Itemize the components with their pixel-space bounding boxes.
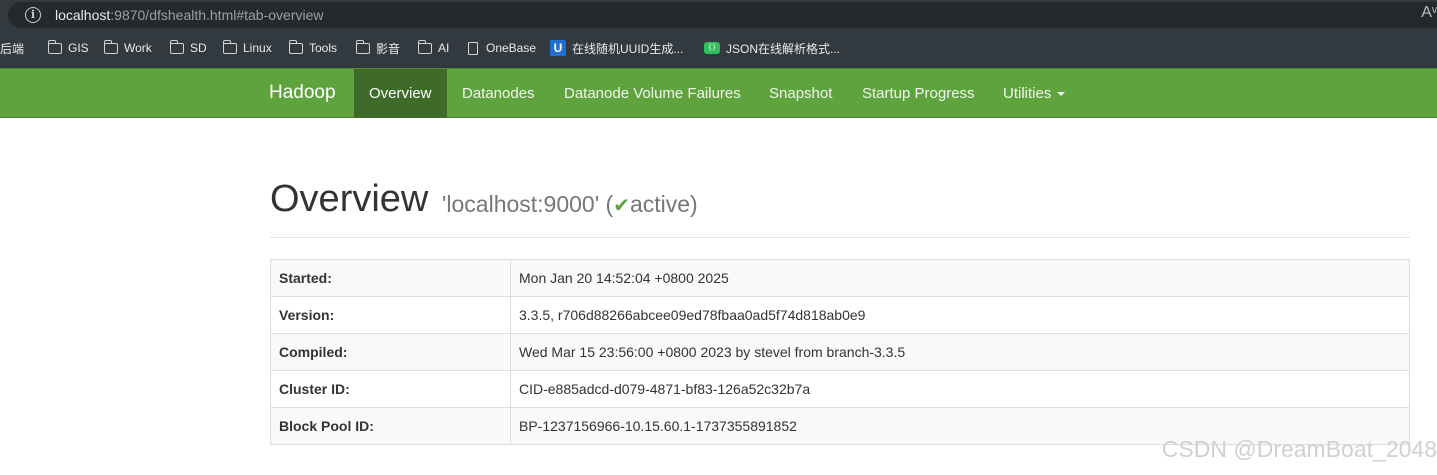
- overview-table: Started: Mon Jan 20 14:52:04 +0800 2025 …: [270, 259, 1410, 445]
- page-title: Overview: [270, 178, 429, 220]
- namenode-status: 'localhost:9000' (✔active): [442, 191, 698, 218]
- url-text[interactable]: localhost:9870/dfshealth.html#tab-overvi…: [55, 7, 324, 23]
- uuid-site-icon: U: [550, 40, 566, 56]
- tab-datanodes[interactable]: Datanodes: [447, 69, 550, 118]
- reader-mode-icon[interactable]: Aᵛ: [1421, 4, 1437, 22]
- row-value: CID-e885adcd-d079-4871-bf83-126a52c32b7a: [510, 370, 1410, 408]
- row-key: Block Pool ID:: [270, 407, 511, 445]
- folder-icon: [48, 39, 62, 54]
- bookmark-uuid[interactable]: U 在线随机UUID生成...: [550, 39, 683, 57]
- folder-icon: [104, 39, 118, 54]
- bookmark-label: OneBase: [486, 41, 537, 55]
- table-row: Cluster ID: CID-e885adcd-d079-4871-bf83-…: [270, 370, 1410, 408]
- caret-down-icon: [1057, 92, 1066, 97]
- folder-icon: [223, 39, 237, 54]
- bookmark-label: 影音: [376, 41, 401, 56]
- tab-snapshot[interactable]: Snapshot: [754, 69, 847, 118]
- bookmark-json[interactable]: {:} JSON在线解析格式...: [704, 39, 840, 57]
- bookmark-backend[interactable]: 后端: [0, 39, 24, 57]
- browser-chrome: i localhost:9870/dfshealth.html#tab-over…: [0, 0, 1437, 68]
- bookmark-label: SD: [190, 41, 207, 55]
- url-host: localhost: [55, 7, 111, 23]
- page-header: Overview 'localhost:9000' (✔active): [270, 178, 1410, 238]
- row-key: Version:: [270, 296, 511, 334]
- namenode-state: active: [629, 191, 691, 217]
- bookmark-label: Work: [124, 41, 152, 55]
- bookmark-linux[interactable]: Linux: [223, 39, 272, 57]
- page-icon: [468, 41, 478, 55]
- tab-startup-progress[interactable]: Startup Progress: [847, 69, 990, 118]
- row-value: Wed Mar 15 23:56:00 +0800 2023 by stevel…: [510, 333, 1410, 371]
- bookmark-gis[interactable]: GIS: [48, 39, 89, 57]
- check-icon: ✔: [613, 195, 630, 217]
- bookmark-sd[interactable]: SD: [170, 39, 207, 57]
- row-key: Cluster ID:: [270, 370, 511, 408]
- tab-overview[interactable]: Overview: [354, 69, 447, 118]
- bookmark-label: 在线随机UUID生成...: [572, 41, 684, 56]
- bookmark-media[interactable]: 影音: [356, 39, 400, 57]
- row-value: 3.3.5, r706d88266abcee09ed78fbaa0ad5f74d…: [510, 296, 1410, 334]
- bookmarks-bar: 后端 GIS Work SD Linux Tools 影音 AI OneBase…: [0, 36, 1437, 60]
- bookmark-label: 后端: [0, 41, 25, 56]
- bookmark-ai[interactable]: AI: [418, 39, 449, 57]
- table-row: Started: Mon Jan 20 14:52:04 +0800 2025: [270, 259, 1410, 297]
- bookmark-tools[interactable]: Tools: [289, 39, 337, 57]
- hadoop-navbar: Hadoop Overview Datanodes Datanode Volum…: [0, 68, 1437, 118]
- bookmark-work[interactable]: Work: [104, 39, 152, 57]
- bookmark-onebase[interactable]: OneBase: [468, 39, 536, 57]
- bookmark-label: JSON在线解析格式...: [726, 41, 841, 56]
- utilities-dropdown[interactable]: Utilities: [988, 69, 1080, 118]
- bookmark-label: GIS: [68, 41, 89, 55]
- paren-close: ): [690, 191, 698, 217]
- table-row: Compiled: Wed Mar 15 23:56:00 +0800 2023…: [270, 333, 1410, 371]
- bookmark-label: Tools: [309, 41, 338, 55]
- url-path: :9870/dfshealth.html#tab-overview: [110, 7, 324, 23]
- tab-datanode-volume-failures[interactable]: Datanode Volume Failures: [549, 69, 756, 118]
- site-info-icon[interactable]: i: [25, 7, 41, 23]
- folder-icon: [356, 39, 370, 54]
- bookmark-label: AI: [438, 41, 450, 55]
- json-site-icon: {:}: [704, 42, 720, 54]
- folder-icon: [289, 39, 303, 54]
- utilities-label: Utilities: [1003, 85, 1052, 102]
- bookmark-label: Linux: [243, 41, 272, 55]
- namenode-address: 'localhost:9000': [442, 191, 600, 217]
- watermark: CSDN @DreamBoat_2048: [1161, 436, 1437, 462]
- address-bar[interactable]: i localhost:9870/dfshealth.html#tab-over…: [8, 2, 1437, 28]
- table-row: Version: 3.3.5, r706d88266abcee09ed78fba…: [270, 296, 1410, 334]
- row-key: Compiled:: [270, 333, 511, 371]
- row-value: Mon Jan 20 14:52:04 +0800 2025: [510, 259, 1410, 297]
- folder-icon: [418, 39, 432, 54]
- folder-icon: [170, 39, 184, 54]
- row-key: Started:: [270, 259, 511, 297]
- brand-link[interactable]: Hadoop: [269, 82, 336, 104]
